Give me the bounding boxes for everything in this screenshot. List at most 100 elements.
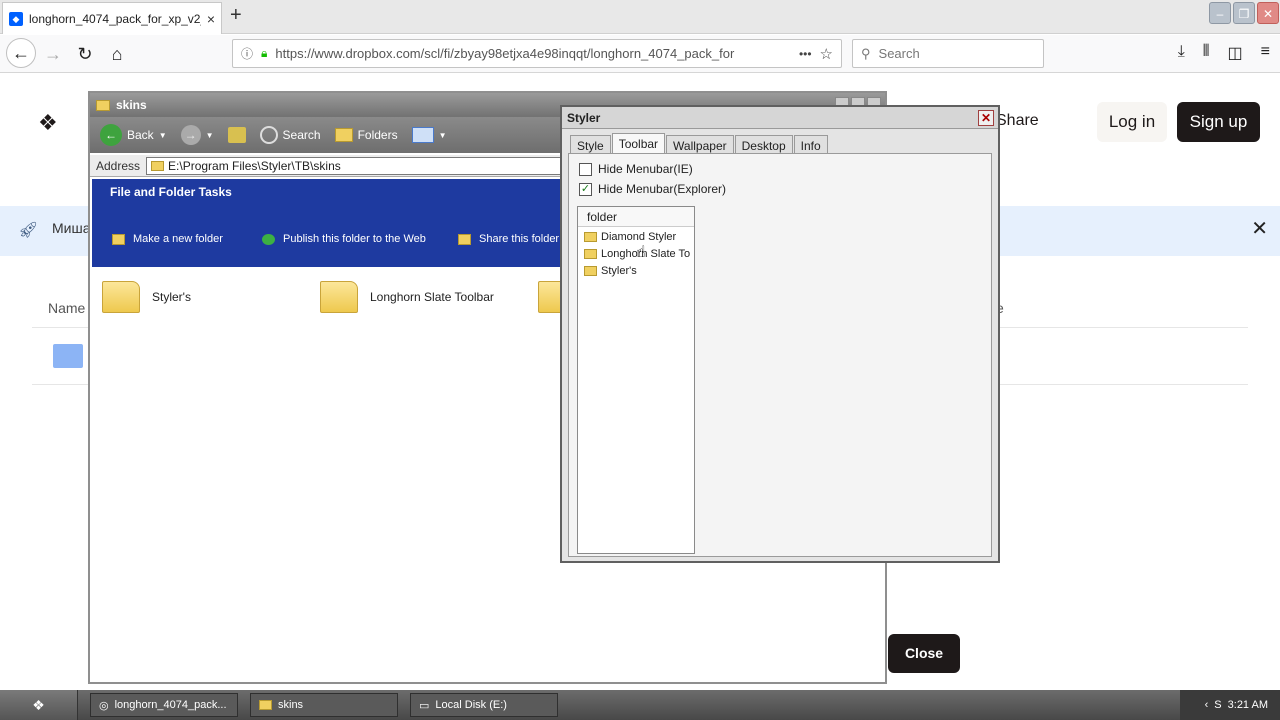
folder-item[interactable]: Longhorn Slate Toolbar <box>320 281 494 313</box>
system-tray: ‹ S 3:21 AM <box>1180 690 1280 720</box>
publish-folder-link[interactable]: Publish this folder to the Web <box>262 233 426 245</box>
browser-tab[interactable]: ◆ longhorn_4074_pack_for_xp_v2_ × <box>2 2 222 34</box>
home-button[interactable]: ⌂ <box>104 41 130 67</box>
chevron-down-icon[interactable]: ▼ <box>206 131 214 140</box>
library-icon[interactable]: ⫴ <box>1203 43 1210 63</box>
bookmark-star-icon[interactable]: ☆ <box>820 45 833 63</box>
explorer-title: skins <box>116 98 147 112</box>
globe-icon <box>262 233 275 245</box>
back-arrow-icon: ← <box>100 124 122 146</box>
taskbar-item-label: longhorn_4074_pack... <box>114 699 227 711</box>
banner-close-icon[interactable]: ✕ <box>1251 216 1268 241</box>
task-label: Make a new folder <box>133 233 223 245</box>
lock-icon: 🔒︎ <box>261 46 268 60</box>
folder-icon <box>584 232 597 242</box>
drive-icon: ▭ <box>419 699 430 712</box>
search-icon <box>259 126 278 144</box>
chevron-down-icon[interactable]: ▼ <box>439 131 447 140</box>
search-input[interactable]: ⚲ Search <box>852 39 1044 68</box>
login-button[interactable]: Log in <box>1097 102 1167 142</box>
window-controls: – ❐ ✕ <box>1208 0 1280 26</box>
task-label: Publish this folder to the Web <box>283 233 426 245</box>
list-item[interactable]: Diamond Styler <box>584 231 676 243</box>
address-path[interactable]: E:\Program Files\Styler\TB\skins <box>168 159 341 173</box>
search-button[interactable]: Search <box>259 126 321 144</box>
column-header-name[interactable]: Name <box>48 300 85 316</box>
share-folder-icon <box>458 233 471 245</box>
close-window-button[interactable]: ✕ <box>1257 2 1279 24</box>
clock: 3:21 AM <box>1227 699 1268 711</box>
restore-button[interactable]: ❐ <box>1233 2 1255 24</box>
back-label: Back <box>127 128 154 142</box>
folder-up-icon[interactable] <box>227 127 246 143</box>
back-button[interactable]: ← <box>6 38 36 68</box>
start-button[interactable]: ❖ <box>0 690 78 720</box>
windows-taskbar: ❖ ◎ longhorn_4074_pack... skins ▭ Local … <box>0 690 1280 720</box>
hide-menubar-ie-checkbox[interactable]: Hide Menubar(IE) <box>579 162 693 176</box>
forward-button[interactable]: → <box>40 41 66 67</box>
folder-icon <box>584 249 597 259</box>
new-tab-button[interactable]: + <box>230 4 242 27</box>
info-icon[interactable]: ⓘ <box>241 45 253 62</box>
download-icon[interactable]: ⤓ <box>1178 43 1185 63</box>
file-folder-tasks-panel: File and Folder Tasks Make a new folder … <box>92 179 562 267</box>
url-bar[interactable]: ⓘ 🔒︎ https://www.dropbox.com/scl/fi/zbya… <box>232 39 842 68</box>
sidebar-icon[interactable]: ◫ <box>1228 43 1243 63</box>
chevron-down-icon[interactable]: ▼ <box>159 131 167 140</box>
taskbar-item[interactable]: skins <box>250 693 398 717</box>
toolbar-tab-panel: Hide Menubar(IE) ✓ Hide Menubar(Explorer… <box>568 153 992 557</box>
taskbar-item[interactable]: ▭ Local Disk (E:) <box>410 693 558 717</box>
checkbox-checked[interactable]: ✓ <box>579 182 592 196</box>
browser-navbar: ← → ↻ ⌂ ⓘ 🔒︎ https://www.dropbox.com/scl… <box>0 35 1280 73</box>
views-icon <box>411 127 434 143</box>
banner-text: Миша <box>52 220 91 236</box>
checkbox-unchecked[interactable] <box>579 162 592 176</box>
folder-label: Longhorn Slate Toolbar <box>370 290 494 304</box>
tasks-title: File and Folder Tasks <box>110 185 232 199</box>
page-actions-icon[interactable]: ••• <box>799 47 812 61</box>
list-item[interactable]: Styler's <box>584 265 637 277</box>
views-button[interactable]: ▼ <box>411 127 447 143</box>
make-new-folder-link[interactable]: Make a new folder <box>112 233 223 245</box>
folders-icon <box>334 128 353 142</box>
folder-item[interactable]: Styler's <box>102 281 191 313</box>
back-button[interactable]: ← Back ▼ <box>100 124 167 146</box>
hide-menubar-explorer-checkbox[interactable]: ✓ Hide Menubar(Explorer) <box>579 182 726 196</box>
firefox-icon: ◎ <box>99 699 109 712</box>
forward-button[interactable]: → ▼ <box>180 125 214 145</box>
new-folder-icon <box>112 233 125 245</box>
list-header[interactable]: folder <box>578 207 694 227</box>
styler-title-bar[interactable]: Styler ✕ <box>562 107 998 129</box>
address-label: Address <box>96 158 141 173</box>
task-label: Share this folder <box>479 233 560 245</box>
folders-button[interactable]: Folders <box>334 128 398 142</box>
search-icon: ⚲ <box>861 45 871 61</box>
taskbar-item[interactable]: ◎ longhorn_4074_pack... <box>90 693 238 717</box>
signup-button[interactable]: Sign up <box>1177 102 1260 142</box>
checkbox-label: Hide Menubar(IE) <box>598 162 693 176</box>
taskbar-item-label: skins <box>278 699 304 711</box>
share-folder-link[interactable]: Share this folder <box>458 233 559 245</box>
menu-icon[interactable]: ≡ <box>1261 43 1270 63</box>
browser-tab-bar: ◆ longhorn_4074_pack_for_xp_v2_ × + – ❐ … <box>0 0 1280 34</box>
minimize-button[interactable]: – <box>1209 2 1231 24</box>
tab-close-icon[interactable]: × <box>207 11 215 27</box>
folder-icon <box>584 266 597 276</box>
url-text[interactable]: https://www.dropbox.com/scl/fi/zbyay98et… <box>275 46 791 61</box>
folder-label: Styler's <box>152 290 191 304</box>
taskbar-item-label: Local Disk (E:) <box>435 699 507 711</box>
close-icon[interactable]: ✕ <box>978 110 994 126</box>
folder-icon[interactable] <box>53 344 83 368</box>
folder-icon <box>102 281 140 313</box>
tab-title: longhorn_4074_pack_for_xp_v2_ <box>29 11 201 26</box>
close-button[interactable]: Close <box>888 634 960 673</box>
styler-dialog: Styler ✕ Style Toolbar Wallpaper Desktop… <box>560 105 1000 563</box>
search-placeholder: Search <box>878 46 920 61</box>
tray-arrow-icon[interactable]: ‹ <box>1205 699 1209 711</box>
dropbox-logo-icon[interactable]: ❖ <box>38 110 58 136</box>
reload-button[interactable]: ↻ <box>72 41 98 67</box>
dropbox-favicon-icon: ◆ <box>9 11 23 26</box>
mouse-cursor-icon: ☝︎ <box>636 244 646 261</box>
styler-tray-icon[interactable]: S <box>1214 699 1221 711</box>
share-button[interactable]: Share <box>996 112 1039 130</box>
